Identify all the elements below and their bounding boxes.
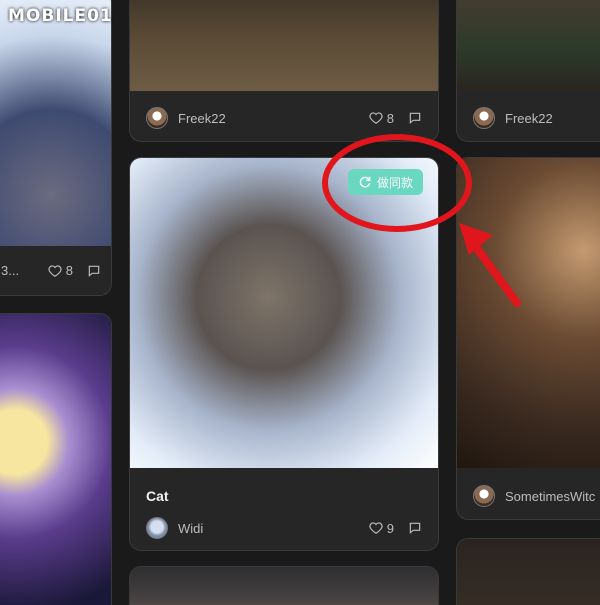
avatar[interactable] xyxy=(146,107,168,129)
card-bottom-cat[interactable] xyxy=(129,566,439,605)
card-meta: SometimesWitc xyxy=(473,485,600,507)
card-meta: Widi 9 xyxy=(146,517,422,539)
avatar[interactable] xyxy=(473,485,495,507)
like-button[interactable]: 8 xyxy=(369,111,394,126)
card-image[interactable] xyxy=(0,0,111,246)
like-count: 8 xyxy=(65,263,73,278)
like-button[interactable]: 8 xyxy=(48,263,73,278)
card-image[interactable] xyxy=(457,0,600,91)
card-moon-cat[interactable] xyxy=(0,313,112,605)
heart-icon xyxy=(48,264,62,277)
comment-icon[interactable] xyxy=(408,111,422,125)
card-image[interactable] xyxy=(0,314,111,605)
card-cup-cat[interactable]: SometimesWitc xyxy=(456,157,600,520)
card-owl[interactable]: Freek22 xyxy=(456,0,600,142)
like-count: 9 xyxy=(386,520,394,536)
like-button[interactable]: 9 xyxy=(369,521,394,536)
avatar[interactable] xyxy=(146,517,168,539)
card-meta: 3... 8 xyxy=(1,263,101,278)
card-wagon[interactable]: Freek22 8 xyxy=(129,0,439,142)
card-meta: Freek22 8 xyxy=(146,107,422,129)
comment-icon[interactable] xyxy=(87,264,101,278)
card-title: Cat xyxy=(146,488,169,504)
annotation-arrow-icon xyxy=(459,223,521,307)
card-meta: Freek22 xyxy=(473,107,599,129)
annotation-ellipse xyxy=(322,134,472,232)
heart-icon xyxy=(369,522,383,534)
author-name[interactable]: Freek22 xyxy=(505,111,599,126)
author-name[interactable]: Freek22 xyxy=(178,111,369,126)
card-image[interactable] xyxy=(130,0,438,91)
card-image[interactable] xyxy=(457,158,600,468)
comment-icon[interactable] xyxy=(408,521,422,535)
card-winter-cat[interactable]: 3... 8 xyxy=(0,0,112,296)
avatar[interactable] xyxy=(473,107,495,129)
author-name[interactable]: 3... xyxy=(1,263,48,278)
author-name[interactable]: SometimesWitc xyxy=(505,489,600,504)
card-image[interactable] xyxy=(457,539,600,605)
like-count: 8 xyxy=(386,110,394,126)
card-bottom-right[interactable] xyxy=(456,538,600,605)
watermark-logo: MOBILE01 xyxy=(8,6,113,26)
card-image[interactable] xyxy=(130,567,438,605)
author-name[interactable]: Widi xyxy=(178,521,369,536)
heart-icon xyxy=(369,112,383,124)
